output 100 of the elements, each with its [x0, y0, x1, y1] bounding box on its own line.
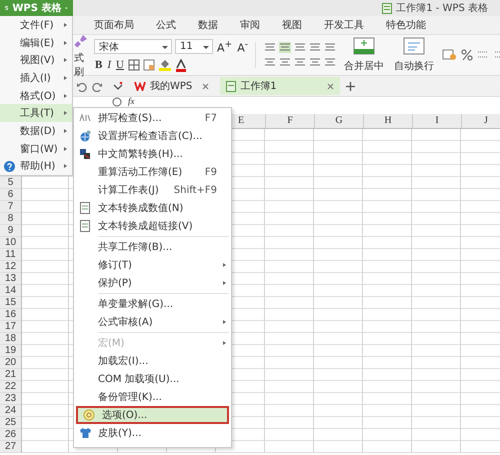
redo-icon[interactable]	[92, 80, 103, 92]
ribbon-tab[interactable]: 审阅	[236, 18, 264, 32]
menu-item[interactable]: 公式审核(A)	[74, 313, 231, 331]
merge-center-button[interactable]: 合并居中	[342, 37, 386, 73]
menu-item[interactable]: 选项(O)...	[76, 406, 229, 424]
document-icon	[80, 202, 90, 214]
menu-item[interactable]: 共享工作簿(B)...	[74, 238, 231, 256]
style-button[interactable]: U	[115, 58, 125, 72]
menu-item[interactable]: 文本转换成超链接(V)	[74, 217, 231, 235]
align-icon[interactable]	[309, 57, 322, 68]
menu-item[interactable]: 帮助(H)	[0, 158, 72, 176]
undo-icon[interactable]	[76, 80, 87, 92]
column-header[interactable]: H	[363, 114, 412, 128]
row-header[interactable]: 13	[0, 273, 21, 285]
row-header[interactable]: 21	[0, 369, 21, 381]
zoom-icon[interactable]	[112, 97, 122, 107]
format-painter-button[interactable]: 式刷	[74, 32, 88, 78]
menu-item[interactable]: 视图(V)	[0, 51, 72, 70]
menu-item[interactable]: 修订(T)	[74, 256, 231, 274]
style-button[interactable]: I	[106, 58, 112, 72]
align-icon[interactable]	[294, 42, 306, 53]
globe-icon	[79, 130, 91, 142]
row-header[interactable]: 18	[0, 333, 21, 345]
column-header[interactable]: J	[461, 114, 500, 128]
ribbon-tab[interactable]: 特色功能	[382, 18, 430, 32]
border-icon[interactable]	[128, 59, 140, 72]
row-header[interactable]: 24	[0, 405, 21, 417]
font-size-button[interactable]: A$^{-}$	[236, 38, 250, 55]
ribbon-tab[interactable]: 视图	[278, 18, 306, 32]
menu-item[interactable]: 工具(T)	[0, 104, 72, 122]
menu-item[interactable]: 数据(D)	[0, 122, 72, 140]
menu-item[interactable]: 插入(I)	[0, 69, 72, 87]
customize-icon[interactable]	[112, 80, 123, 92]
settings-icon	[83, 409, 95, 421]
document-tab[interactable]: 我的WPS	[128, 77, 216, 95]
align-icon[interactable]	[309, 42, 322, 53]
function-button[interactable]: fx	[128, 97, 134, 105]
menu-item[interactable]: 加载宏(I)...	[74, 352, 231, 370]
row-header[interactable]: 19	[0, 345, 21, 357]
row-header[interactable]: 17	[0, 321, 21, 333]
row-header[interactable]: 20	[0, 357, 21, 369]
menu-item[interactable]: 备份管理(K)...	[74, 388, 231, 406]
menu-item[interactable]: 中文简繁转换(H)...	[74, 145, 231, 163]
column-header[interactable]: F	[265, 114, 314, 128]
row-header[interactable]: 22	[0, 381, 21, 393]
align-icon[interactable]	[264, 42, 276, 53]
row-header[interactable]: 26	[0, 429, 21, 441]
row-header[interactable]: 8	[0, 213, 21, 225]
row-header[interactable]: 14	[0, 285, 21, 297]
align-icon[interactable]	[264, 57, 276, 68]
spelling-icon	[79, 113, 91, 123]
menu-item[interactable]: 单变量求解(G)...	[74, 295, 231, 313]
document-tab[interactable]: 工作簿1	[220, 77, 340, 95]
align-icon[interactable]	[324, 42, 336, 53]
row-header[interactable]: 6	[0, 189, 21, 201]
column-header[interactable]: G	[314, 114, 363, 128]
fill-color-icon[interactable]	[158, 59, 172, 72]
wrap-text-button[interactable]: 自动换行	[392, 37, 436, 73]
row-header[interactable]: 11	[0, 249, 21, 261]
cell-style-icon[interactable]	[142, 59, 155, 72]
row-header[interactable]: 7	[0, 201, 21, 213]
menu-item[interactable]: 格式(O)	[0, 86, 72, 104]
align-icon[interactable]	[324, 57, 336, 68]
row-header[interactable]: 12	[0, 261, 21, 273]
column-header[interactable]: I	[412, 114, 461, 128]
menu-item[interactable]: 编辑(E)	[0, 34, 72, 52]
font-name-dropdown[interactable]: 宋体	[94, 39, 172, 54]
align-icon[interactable]	[294, 57, 306, 68]
ribbon-tab[interactable]: 页面布局	[90, 18, 138, 32]
row-header[interactable]: 25	[0, 417, 21, 429]
add-tab-icon[interactable]	[345, 80, 356, 92]
row-header[interactable]: 23	[0, 393, 21, 405]
menu-item[interactable]: 计算工作表(J) Shift+F9	[74, 181, 231, 199]
currency-icon[interactable]	[442, 49, 458, 61]
style-button[interactable]: B	[94, 58, 104, 72]
row-header[interactable]: 16	[0, 309, 21, 321]
row-header[interactable]: 9	[0, 225, 21, 237]
ribbon-tab[interactable]: 开发工具	[320, 18, 368, 32]
menu-item[interactable]: 保护(P)	[74, 274, 231, 292]
menu-item[interactable]: 皮肤(Y)...	[74, 424, 231, 442]
ribbon-tab[interactable]: 公式	[152, 18, 180, 32]
percent-icon[interactable]	[461, 49, 474, 61]
row-header[interactable]: 27	[0, 441, 21, 453]
menu-item[interactable]: 设置拼写检查语言(C)...	[74, 127, 231, 145]
app-menu-button[interactable]: WPS 表格	[0, 0, 73, 16]
align-icon[interactable]	[279, 42, 292, 53]
font-size-button[interactable]: A$^{+}$	[216, 38, 234, 55]
row-header[interactable]: 15	[0, 297, 21, 309]
font-size-dropdown[interactable]: 11	[175, 39, 213, 54]
row-header[interactable]: 10	[0, 237, 21, 249]
shirt-icon	[78, 427, 92, 439]
menu-item[interactable]: 文件(F)	[0, 16, 72, 34]
menu-item[interactable]: 文本转换成数值(N)	[74, 199, 231, 217]
menu-item[interactable]: 窗口(W)	[0, 140, 72, 158]
menu-item[interactable]: COM 加载项(U)...	[74, 370, 231, 388]
row-header[interactable]: 5	[0, 177, 21, 189]
ribbon-tab[interactable]: 数据	[194, 18, 222, 32]
font-color-icon[interactable]	[174, 58, 187, 72]
menu-item[interactable]: 重算活动工作簿(E) F9	[74, 163, 231, 181]
align-icon[interactable]	[279, 57, 292, 68]
